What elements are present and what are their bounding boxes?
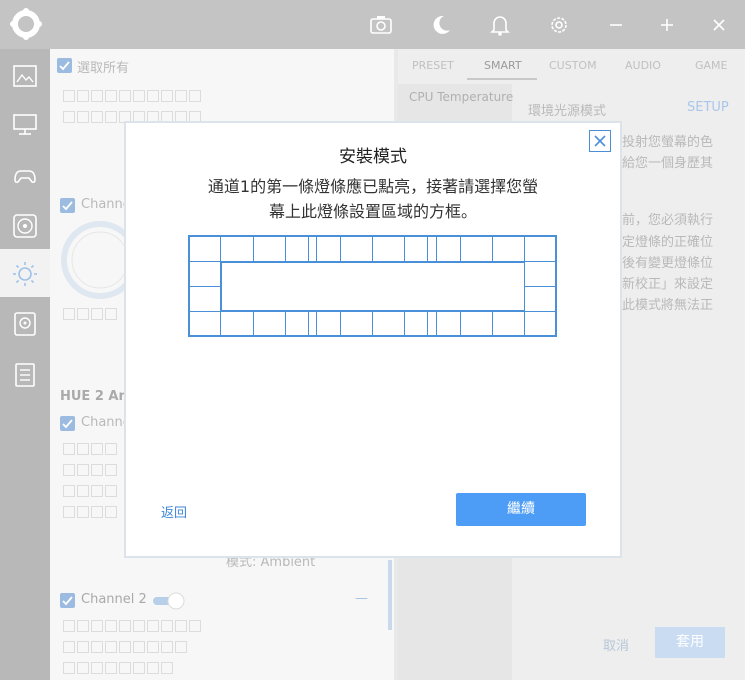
- desc-line: 給您一個身歷其: [622, 156, 714, 171]
- app-logo-icon: [10, 8, 42, 40]
- sidebar-item-ambient[interactable]: [0, 249, 50, 297]
- desc-line: 此模式將無法正: [622, 298, 714, 313]
- mode-title: 環境光源模式: [528, 104, 607, 119]
- tab-game[interactable]: GAME: [695, 59, 728, 72]
- led-row: [63, 87, 203, 102]
- sidebar: [0, 49, 50, 680]
- desc-line: 前，您必須執行: [622, 213, 714, 228]
- camera-icon[interactable]: [368, 12, 394, 38]
- led-row: [63, 617, 203, 632]
- apply-button[interactable]: 套用: [655, 627, 725, 658]
- sidebar-item-profile[interactable]: [0, 349, 50, 397]
- minimize-icon[interactable]: [603, 12, 629, 38]
- desc-line: 投射您螢幕的色: [622, 135, 714, 150]
- led-row: [63, 461, 119, 476]
- back-button[interactable]: 返回: [161, 502, 187, 521]
- gamepad-icon: [14, 170, 36, 184]
- tab-smart[interactable]: SMART: [484, 59, 522, 72]
- check-icon: [62, 419, 73, 429]
- select-all-label: 選取所有: [77, 61, 130, 76]
- dialog-description: 通道1的第一條燈條應已點亮，接著請選擇您螢 幕上此燈條設置區域的方框。: [174, 174, 572, 224]
- disk-icon: [14, 312, 36, 336]
- monitor-icon: [13, 114, 37, 135]
- close-window-icon[interactable]: [706, 12, 732, 38]
- screen-center-area: [221, 262, 525, 311]
- sidebar-item-storage[interactable]: [0, 299, 50, 347]
- channel2-label: Channel 2: [81, 592, 147, 607]
- led-row: [63, 503, 119, 518]
- check-icon: [62, 201, 73, 211]
- led-row: [63, 440, 119, 455]
- bell-icon[interactable]: [487, 12, 513, 38]
- desc-line: 後有變更燈條位: [622, 256, 714, 271]
- title-bar: [0, 0, 745, 49]
- led-row: [63, 482, 119, 497]
- scrollbar-thumb[interactable]: [388, 560, 392, 630]
- channel-checkbox[interactable]: [60, 198, 75, 213]
- active-tab-indicator: [467, 78, 537, 80]
- grid-line: [188, 286, 221, 287]
- led-row: [63, 305, 119, 320]
- maximize-icon[interactable]: [654, 12, 680, 38]
- check-icon: [59, 61, 70, 71]
- channel2-checkbox[interactable]: [60, 593, 75, 608]
- setup-link[interactable]: SETUP: [687, 100, 729, 115]
- fan-icon: [13, 214, 37, 238]
- list-item-cpu-temperature[interactable]: CPU Temperature: [409, 90, 513, 104]
- cancel-button[interactable]: 取消: [603, 635, 629, 654]
- tab-custom[interactable]: CUSTOM: [549, 59, 597, 72]
- sidebar-item-game[interactable]: [0, 151, 50, 199]
- select-all-checkbox[interactable]: [57, 58, 72, 73]
- sun-icon: [13, 262, 37, 286]
- grid-line: [524, 286, 557, 287]
- channel-checkbox[interactable]: [60, 416, 75, 431]
- channel2-toggle[interactable]: [152, 592, 186, 610]
- led-row: [63, 659, 175, 674]
- sidebar-item-fan[interactable]: [0, 201, 50, 249]
- led-row: [63, 108, 203, 123]
- group-title: HUE 2 Am: [60, 389, 133, 404]
- picture-icon: [13, 65, 37, 87]
- gear-icon[interactable]: [546, 12, 572, 38]
- dialog-description-line1: 通道1的第一條燈條應已點亮，接著請選擇您螢: [207, 177, 539, 196]
- desc-line: 定燈條的正確位: [622, 235, 714, 250]
- desc-line: 新校正」來設定: [622, 277, 714, 292]
- dialog-description-line2: 幕上此燈條設置區域的方框。: [268, 202, 477, 221]
- led-row: [63, 638, 189, 653]
- check-icon: [62, 596, 73, 606]
- collapse-button[interactable]: —: [355, 591, 368, 606]
- moon-icon[interactable]: [428, 12, 454, 38]
- clipboard-icon: [15, 363, 35, 387]
- tab-preset[interactable]: PRESET: [412, 59, 454, 72]
- continue-button[interactable]: 繼續: [456, 493, 586, 526]
- tab-audio[interactable]: AUDIO: [625, 59, 661, 72]
- sidebar-item-lighting[interactable]: [0, 51, 50, 99]
- sidebar-item-system[interactable]: [0, 99, 50, 147]
- fan-ring-preview: [61, 221, 126, 299]
- dialog-title: 安裝模式: [339, 147, 407, 167]
